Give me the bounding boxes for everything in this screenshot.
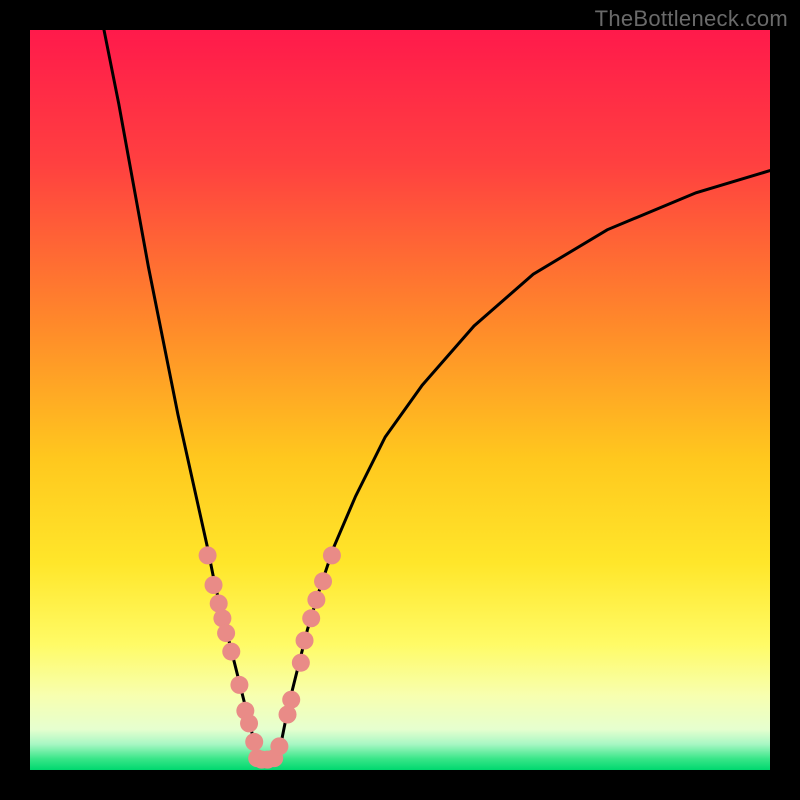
scatter-dot [205,576,223,594]
scatter-dot [222,643,240,661]
scatter-dot [217,624,235,642]
bottleneck-chart [0,0,800,800]
scatter-dot [240,714,258,732]
scatter-dot [292,654,310,672]
scatter-dot [307,591,325,609]
scatter-dot [282,691,300,709]
scatter-dot [245,733,263,751]
scatter-dot [270,737,288,755]
scatter-dot [199,546,217,564]
scatter-dot [314,572,332,590]
scatter-dot [302,609,320,627]
scatter-dot [296,632,314,650]
scatter-dot [230,676,248,694]
plot-background [30,30,770,770]
watermark-text: TheBottleneck.com [595,6,788,32]
scatter-dot [323,546,341,564]
chart-container: TheBottleneck.com [0,0,800,800]
